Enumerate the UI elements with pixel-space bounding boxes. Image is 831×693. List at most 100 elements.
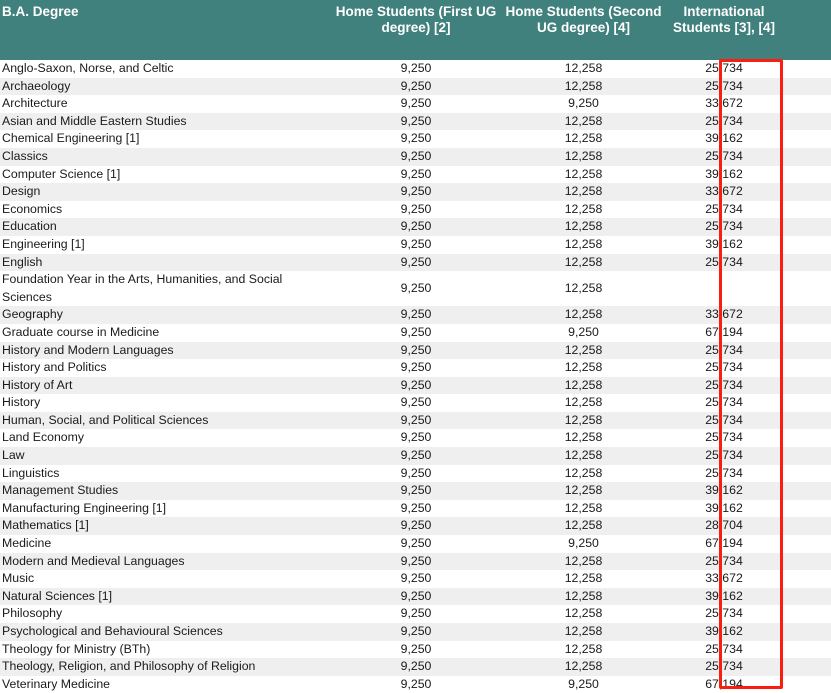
table-row[interactable]: Geography 9,250 12,258 33,672	[0, 306, 831, 324]
cell-international: 33,672	[665, 306, 783, 324]
cell-home-second: 9,250	[502, 323, 665, 342]
cell-home-first: 9,250	[330, 323, 502, 342]
cell-international: 25,734	[665, 447, 783, 465]
table-row[interactable]: History and Modern Languages 9,250 12,258 2…	[0, 341, 831, 360]
cell-degree: Anglo-Saxon, Norse, and Celtic	[0, 60, 330, 78]
table-row[interactable]: Mathematics [1] 9,250 12,258 28,704	[0, 517, 831, 536]
table-row[interactable]: Design 9,250 12,258 33,672	[0, 183, 831, 201]
cell-home-second: 12,258	[502, 341, 665, 360]
table-row[interactable]: History of Art 9,250 12,258 25,734	[0, 376, 831, 395]
cell-home-second: 12,258	[502, 464, 665, 483]
cell-spacer	[783, 359, 831, 377]
cell-home-first: 9,250	[330, 447, 502, 465]
cell-international: 25,734	[665, 60, 783, 78]
table-row[interactable]: Management Studies 9,250 12,258 39,162	[0, 482, 831, 500]
table-row[interactable]: History and Politics 9,250 12,258 25,734	[0, 359, 831, 377]
cell-degree: Foundation Year in the Arts, Humanities,…	[0, 271, 330, 307]
cell-home-second: 12,258	[502, 482, 665, 500]
cell-degree: Law	[0, 447, 330, 465]
cell-spacer	[783, 587, 831, 606]
table-row[interactable]: Theology for Ministry (BTh) 9,250 12,258 25…	[0, 640, 831, 659]
table-row[interactable]: Classics 9,250 12,258 25,734	[0, 147, 831, 166]
cell-home-first: 9,250	[330, 95, 502, 113]
cell-spacer	[783, 675, 831, 693]
cell-home-second: 12,258	[502, 640, 665, 659]
cell-spacer	[783, 271, 831, 307]
cell-degree: Economics	[0, 200, 330, 219]
table-row[interactable]: Architecture 9,250 9,250 33,672	[0, 95, 831, 113]
cell-international: 25,734	[665, 429, 783, 448]
cell-international	[665, 271, 783, 307]
cell-home-second: 12,258	[502, 411, 665, 430]
cell-spacer	[783, 552, 831, 571]
cell-home-first: 9,250	[330, 605, 502, 623]
cell-degree: History of Art	[0, 376, 330, 395]
cell-spacer	[783, 570, 831, 588]
cell-home-second: 12,258	[502, 235, 665, 254]
table-row[interactable]: Linguistics 9,250 12,258 25,734	[0, 464, 831, 483]
cell-international: 25,734	[665, 253, 783, 272]
cell-spacer	[783, 130, 831, 148]
table-row[interactable]: Computer Science [1] 9,250 12,258 39,162	[0, 165, 831, 184]
table-row[interactable]: English 9,250 12,258 25,734	[0, 253, 831, 272]
cell-international: 33,672	[665, 570, 783, 588]
table-row[interactable]: Education 9,250 12,258 25,734	[0, 218, 831, 236]
column-header-home-first-ug[interactable]: Home Students (First UG degree) [2]	[330, 0, 502, 60]
table-row[interactable]: Psychological and Behavioural Sciences 9,…	[0, 623, 831, 641]
table-row[interactable]: Theology, Religion, and Philosophy of Re…	[0, 658, 831, 676]
table-row[interactable]: History 9,250 12,258 25,734	[0, 394, 831, 412]
cell-home-second: 12,258	[502, 552, 665, 571]
cell-spacer	[783, 95, 831, 113]
cell-home-second: 12,258	[502, 359, 665, 377]
cell-home-first: 9,250	[330, 394, 502, 412]
cell-spacer	[783, 323, 831, 342]
cell-international: 25,734	[665, 112, 783, 131]
cell-home-first: 9,250	[330, 482, 502, 500]
table-row[interactable]: Philosophy 9,250 12,258 25,734	[0, 605, 831, 623]
cell-international: 39,162	[665, 165, 783, 184]
table-row[interactable]: Chemical Engineering [1] 9,250 12,258 39,16…	[0, 130, 831, 148]
cell-degree: Human, Social, and Political Sciences	[0, 411, 330, 430]
column-header-international[interactable]: International Students [3], [4]	[665, 0, 783, 60]
cell-international: 25,734	[665, 394, 783, 412]
cell-degree: History and Politics	[0, 359, 330, 377]
cell-degree: Veterinary Medicine	[0, 675, 330, 693]
table-row[interactable]: Archaeology 9,250 12,258 25,734	[0, 77, 831, 96]
cell-spacer	[783, 376, 831, 395]
cell-spacer	[783, 77, 831, 96]
cell-spacer	[783, 517, 831, 536]
cell-international: 25,734	[665, 341, 783, 360]
cell-degree: Land Economy	[0, 429, 330, 448]
table-row[interactable]: Asian and Middle Eastern Studies 9,250 12,…	[0, 112, 831, 131]
cell-degree: Computer Science [1]	[0, 165, 330, 184]
table-row[interactable]: Music 9,250 12,258 33,672	[0, 570, 831, 588]
table-row[interactable]: Land Economy 9,250 12,258 25,734	[0, 429, 831, 448]
cell-degree: Philosophy	[0, 605, 330, 623]
cell-degree: Music	[0, 570, 330, 588]
cell-home-first: 9,250	[330, 235, 502, 254]
table-row[interactable]: Graduate course in Medicine 9,250 9,250 67,…	[0, 323, 831, 342]
cell-spacer	[783, 253, 831, 272]
table-row[interactable]: Anglo-Saxon, Norse, and Celtic 9,250 12,25…	[0, 60, 831, 78]
cell-international: 67,194	[665, 675, 783, 693]
table-row[interactable]: Natural Sciences [1] 9,250 12,258 39,162	[0, 587, 831, 606]
column-header-home-second-ug[interactable]: Home Students (Second UG degree) [4]	[502, 0, 665, 60]
cell-international: 39,162	[665, 587, 783, 606]
cell-home-first: 9,250	[330, 552, 502, 571]
cell-international: 25,734	[665, 218, 783, 236]
cell-international: 39,162	[665, 235, 783, 254]
table-row[interactable]: Law 9,250 12,258 25,734	[0, 447, 831, 465]
table-row[interactable]: Human, Social, and Political Sciences 9,2…	[0, 411, 831, 430]
table-row[interactable]: Foundation Year in the Arts, Humanities,…	[0, 271, 831, 307]
table-row[interactable]: Engineering [1] 9,250 12,258 39,162	[0, 235, 831, 254]
cell-spacer	[783, 235, 831, 254]
column-header-degree[interactable]: B.A. Degree	[0, 0, 330, 60]
table-row[interactable]: Economics 9,250 12,258 25,734	[0, 200, 831, 219]
table-row[interactable]: Manufacturing Engineering [1] 9,250 12,258…	[0, 499, 831, 518]
table-row[interactable]: Medicine 9,250 9,250 67,194	[0, 535, 831, 553]
cell-international: 25,734	[665, 640, 783, 659]
table-body: Anglo-Saxon, Norse, and Celtic 9,250 12,25…	[0, 60, 831, 693]
table-row[interactable]: Veterinary Medicine 9,250 9,250 67,194	[0, 675, 831, 693]
table-row[interactable]: Modern and Medieval Languages 9,250 12,258…	[0, 552, 831, 571]
cell-international: 39,162	[665, 482, 783, 500]
